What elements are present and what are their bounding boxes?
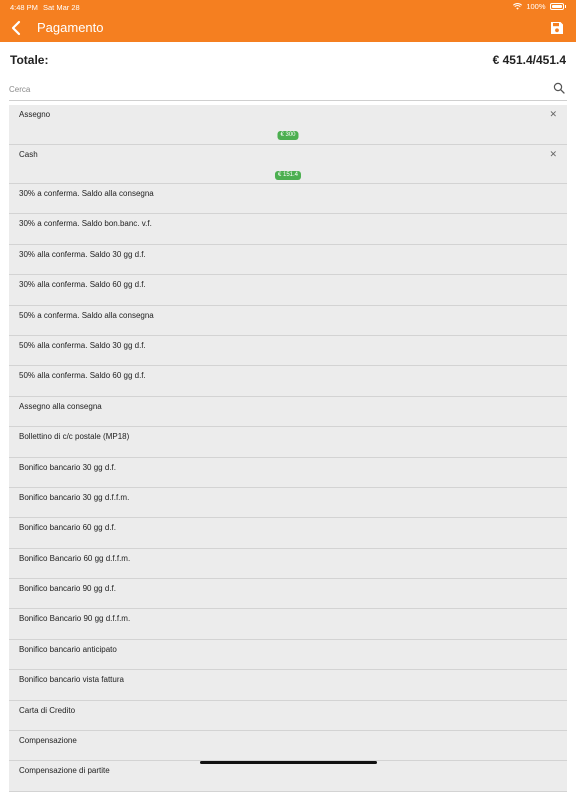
payment-item[interactable]: Bonifico bancario 90 gg d.f. xyxy=(9,579,567,610)
search-input[interactable] xyxy=(9,82,529,96)
payment-item[interactable]: 30% a conferma. Saldo bon.banc. v.f. xyxy=(9,214,567,245)
payment-label: Assegno xyxy=(19,110,51,119)
battery-percent: 100% xyxy=(526,2,546,11)
amount-badge: € 300 xyxy=(277,131,299,140)
home-indicator[interactable] xyxy=(200,761,377,764)
payment-label: 50% alla conferma. Saldo 30 gg d.f. xyxy=(19,340,146,350)
payment-label: Compensazione xyxy=(19,736,77,746)
total-label: Totale: xyxy=(10,53,49,67)
payment-item[interactable]: Compensazione di partite xyxy=(9,761,567,792)
payment-item[interactable]: 50% alla conferma. Saldo 60 gg d.f. xyxy=(9,366,567,397)
payment-list: Assegno ✕ € 300 Cash ✕ € 151.4 30% a con… xyxy=(9,105,567,792)
payment-label: 30% a conferma. Saldo alla consegna xyxy=(19,189,154,198)
payment-item[interactable]: Bonifico bancario vista fattura xyxy=(9,670,567,701)
selected-payment-item[interactable]: Assegno ✕ € 300 xyxy=(9,105,567,145)
payment-label: Cash xyxy=(19,149,38,159)
battery-tip xyxy=(564,5,566,8)
search-icon[interactable] xyxy=(553,82,565,94)
search-bar xyxy=(9,80,567,101)
payment-item[interactable]: 30% alla conferma. Saldo 30 gg d.f. xyxy=(9,244,567,276)
payment-label: 50% alla conferma. Saldo 60 gg d.f. xyxy=(19,371,146,381)
payment-item[interactable]: 30% alla conferma. Saldo 60 gg d.f. xyxy=(9,275,567,306)
status-date: Sat Mar 28 xyxy=(43,3,80,12)
payment-label: Assegno alla consegna xyxy=(19,401,102,411)
remove-icon[interactable]: ✕ xyxy=(549,109,557,120)
payment-item[interactable]: Bonifico bancario 30 gg d.f.f.m. xyxy=(9,487,567,519)
payment-label: 30% a conferma. Saldo bon.banc. v.f. xyxy=(19,219,152,229)
payment-item[interactable]: Assegno alla consegna xyxy=(9,396,567,428)
payment-label: Bonifico bancario 90 gg d.f. xyxy=(19,584,116,594)
page-title: Pagamento xyxy=(37,20,104,35)
remove-icon[interactable]: ✕ xyxy=(549,149,557,160)
status-time: 4:48 PM xyxy=(10,3,38,12)
payment-label: Bollettino di c/c postale (MP18) xyxy=(19,432,130,442)
payment-label: 50% a conferma. Saldo alla consegna xyxy=(19,310,154,320)
payment-label: Carta di Credito xyxy=(19,705,76,715)
status-right: 100% xyxy=(513,2,566,11)
payment-label: Bonifico bancario 30 gg d.f. xyxy=(19,462,116,472)
amount-badge: € 151.4 xyxy=(274,170,302,180)
nav-bar: Pagamento xyxy=(0,14,576,42)
payment-item[interactable]: Bonifico bancario anticipato xyxy=(9,639,567,671)
payment-label: 30% alla conferma. Saldo 60 gg d.f. xyxy=(19,280,146,290)
chevron-left-icon[interactable] xyxy=(8,19,26,37)
payment-item[interactable]: Bonifico bancario 60 gg d.f. xyxy=(9,518,567,549)
totals-row: Totale: € 451.4/451.4 xyxy=(0,42,576,78)
battery-icon xyxy=(549,3,564,10)
payment-item[interactable]: Bonifico bancario 30 gg d.f. xyxy=(9,457,567,488)
selected-payment-item[interactable]: Cash ✕ € 151.4 xyxy=(9,144,567,184)
payment-label: 30% alla conferma. Saldo 30 gg d.f. xyxy=(19,249,146,259)
payment-label: Bonifico Bancario 60 gg d.f.f.m. xyxy=(19,553,131,563)
total-value: € 451.4/451.4 xyxy=(492,53,566,67)
payment-item[interactable]: Bollettino di c/c postale (MP18) xyxy=(9,427,567,458)
save-icon[interactable] xyxy=(550,21,564,35)
payment-item[interactable]: 30% a conferma. Saldo alla consegna xyxy=(9,184,567,215)
payment-item[interactable]: 50% alla conferma. Saldo 30 gg d.f. xyxy=(9,335,567,367)
payment-item[interactable]: Compensazione xyxy=(9,731,567,762)
payment-item[interactable]: Carta di Credito xyxy=(9,700,567,732)
payment-item[interactable]: Bonifico Bancario 90 gg d.f.f.m. xyxy=(9,609,567,640)
payment-label: Bonifico bancario vista fattura xyxy=(19,675,124,685)
payment-label: Bonifico bancario 30 gg d.f.f.m. xyxy=(19,492,130,502)
payment-item[interactable]: 50% a conferma. Saldo alla consegna xyxy=(9,305,567,336)
payment-label: Bonifico bancario anticipato xyxy=(19,644,117,654)
wifi-icon xyxy=(513,3,523,10)
status-bar: 4:48 PM Sat Mar 28 100% xyxy=(0,0,576,14)
payment-label: Bonifico bancario 60 gg d.f. xyxy=(19,523,116,533)
payment-item[interactable]: Bonifico Bancario 60 gg d.f.f.m. xyxy=(9,548,567,580)
payment-label: Bonifico Bancario 90 gg d.f.f.m. xyxy=(19,614,131,624)
